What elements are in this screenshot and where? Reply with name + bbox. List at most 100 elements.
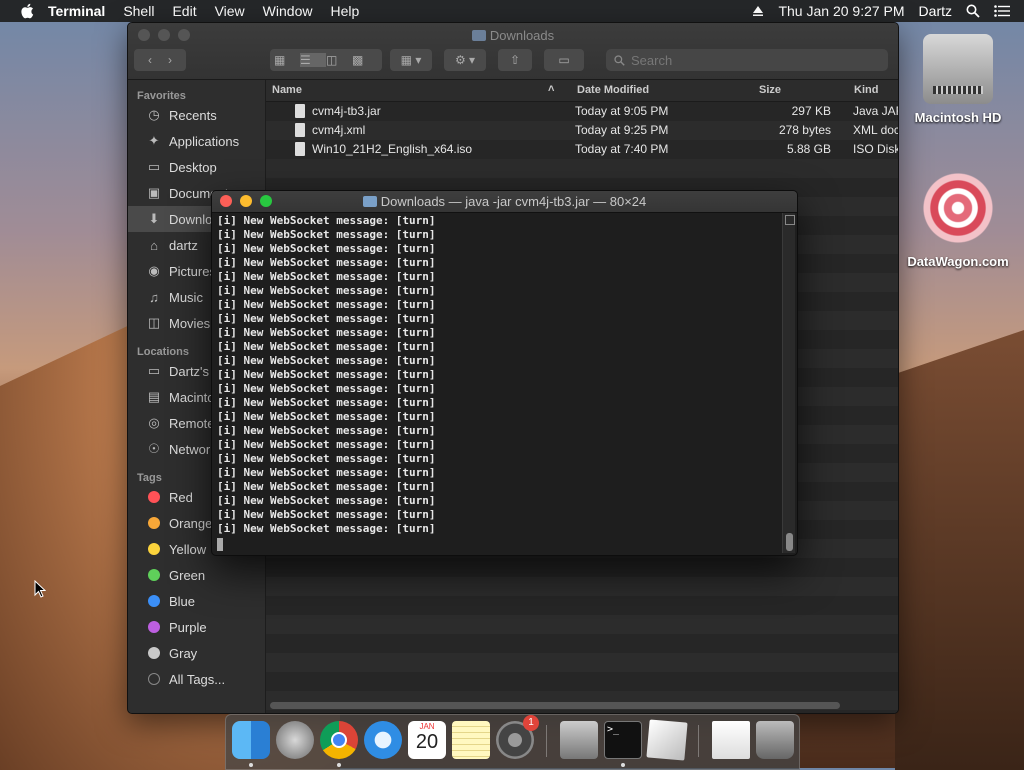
back-arrow-icon[interactable]: ‹ <box>148 53 152 67</box>
sidebar-tag-green[interactable]: Green <box>128 562 265 588</box>
file-kind: XML document <box>853 123 898 137</box>
menu-view[interactable]: View <box>215 3 245 19</box>
desktop-icon: ▭ <box>147 159 161 174</box>
forward-arrow-icon[interactable]: › <box>168 53 172 67</box>
file-row[interactable]: cvm4j.xml Today at 9:25 PM 278 bytes XML do… <box>266 121 898 140</box>
search-placeholder: Search <box>631 52 673 68</box>
file-row[interactable]: cvm4j-tb3.jar Today at 9:05 PM 297 KB Java … <box>266 102 898 121</box>
tag-color-dot <box>148 647 160 659</box>
sidebar-all-tags[interactable]: All Tags... <box>128 666 265 692</box>
split-pane-icon[interactable] <box>785 215 795 225</box>
system-preferences-gear-icon[interactable]: 1 <box>496 715 539 759</box>
calendar-month: JAN <box>419 722 435 731</box>
launchpad-rocket-icon[interactable] <box>276 721 314 759</box>
desktop-icon-macintosh-hd[interactable]: Macintosh HD <box>906 34 1010 125</box>
column-view-icon[interactable]: ◫ <box>326 53 352 67</box>
spotlight-search-icon[interactable] <box>966 4 980 18</box>
file-date: Today at 9:05 PM <box>575 104 669 118</box>
column-header-kind[interactable]: Kind <box>854 84 878 96</box>
terminal-line: [i] New WebSocket message: [turn] <box>217 480 436 493</box>
tag-button[interactable]: ▭ <box>544 49 584 71</box>
tag-color-dot <box>148 543 160 555</box>
column-header-date[interactable]: Date Modified <box>577 84 649 96</box>
desktop-icon-datawagon[interactable]: DataWagon.com <box>900 168 1016 269</box>
empty-row <box>266 672 898 691</box>
textedit-icon[interactable] <box>646 719 688 761</box>
sidebar-item-label: Dartz's <box>169 363 210 379</box>
sidebar-item-label: Yellow <box>169 541 207 557</box>
column-header-name[interactable]: Name <box>272 84 302 96</box>
back-forward-buttons[interactable]: ‹ › <box>134 49 186 71</box>
menu-user[interactable]: Dartz <box>919 3 952 19</box>
clock-icon: ◷ <box>148 107 160 122</box>
terminal-line: [i] New WebSocket message: [turn] <box>217 368 436 381</box>
sidebar-item-label: All Tags... <box>169 671 226 687</box>
file-row[interactable]: Win10_21H2_English_x64.iso Today at 7:40 … <box>266 140 898 159</box>
terminal-scrollbar[interactable] <box>782 213 795 553</box>
empty-row <box>266 596 898 615</box>
film-icon: ◫ <box>147 315 161 330</box>
safari-compass-icon[interactable] <box>364 721 402 759</box>
sort-chevron-icon[interactable]: ˄ <box>548 83 554 95</box>
finder-titlebar[interactable]: Downloads ‹ › ▦ ☰ ◫ ▩ ▦ ▾ ⚙ ▾ ⇧ ▭ Search <box>128 23 898 80</box>
menu-help[interactable]: Help <box>330 3 359 19</box>
group-button[interactable]: ▦ ▾ <box>390 49 432 71</box>
terminal-titlebar[interactable]: Downloads — java -jar cvm4j-tb3.jar — 80… <box>212 191 797 213</box>
sidebar-item-applications[interactable]: ✦ Applications <box>128 128 265 154</box>
notification-center-icon[interactable] <box>994 5 1010 17</box>
column-header-size[interactable]: Size <box>759 84 781 96</box>
menu-clock[interactable]: Thu Jan 20 9:27 PM <box>778 3 904 19</box>
apple-menu-icon[interactable] <box>20 3 34 19</box>
finder-dock-icon[interactable] <box>232 721 270 759</box>
tag-color-dot <box>148 517 160 529</box>
sidebar-tag-purple[interactable]: Purple <box>128 614 265 640</box>
file-date: Today at 7:40 PM <box>575 142 669 156</box>
terminal-line: [i] New WebSocket message: [turn] <box>217 298 436 311</box>
scrollbar-knob[interactable] <box>786 533 793 551</box>
terminal-line: [i] New WebSocket message: [turn] <box>217 326 436 339</box>
share-button[interactable]: ⇧ <box>498 49 532 71</box>
terminal-output[interactable]: [i] New WebSocket message: [turn] [i] New… <box>217 214 777 551</box>
menu-app-terminal[interactable]: Terminal <box>48 3 105 19</box>
action-button[interactable]: ⚙ ▾ <box>444 49 486 71</box>
horizontal-scrollbar[interactable] <box>270 702 840 709</box>
sidebar-tag-gray[interactable]: Gray <box>128 640 265 666</box>
sidebar-item-recents[interactable]: ◷ Recents <box>128 102 265 128</box>
tag-color-dot <box>148 595 160 607</box>
view-mode-buttons[interactable]: ▦ ☰ ◫ ▩ <box>270 49 382 71</box>
disk-utility-icon[interactable] <box>560 721 598 759</box>
sidebar-item-desktop[interactable]: ▭ Desktop <box>128 154 265 180</box>
finder-search-field[interactable]: Search <box>606 49 888 71</box>
list-view-icon[interactable]: ☰ <box>300 53 326 67</box>
eject-icon[interactable] <box>752 5 764 17</box>
terminal-line: [i] New WebSocket message: [turn] <box>217 410 436 423</box>
folder-icon <box>471 30 486 41</box>
trash-icon[interactable] <box>756 721 794 759</box>
globe-icon: ☉ <box>148 441 160 456</box>
menu-window[interactable]: Window <box>263 3 313 19</box>
dock: JAN 20 1 >_ <box>225 714 800 770</box>
menu-shell[interactable]: Shell <box>123 3 154 19</box>
menu-edit[interactable]: Edit <box>172 3 196 19</box>
terminal-line: [i] New WebSocket message: [turn] <box>217 312 436 325</box>
empty-row <box>266 653 898 672</box>
share-icon: ⇧ <box>509 53 521 67</box>
datawagon-logo-icon <box>918 168 998 248</box>
terminal-line: [i] New WebSocket message: [turn] <box>217 214 436 227</box>
terminal-line: [i] New WebSocket message: [turn] <box>217 438 436 451</box>
file-size: 297 KB <box>791 104 831 118</box>
file-icon <box>295 104 305 118</box>
gallery-view-icon[interactable]: ▩ <box>352 53 378 67</box>
terminal-dock-icon[interactable]: >_ <box>604 721 642 759</box>
dock-separator <box>546 725 547 757</box>
computer-icon: ▭ <box>147 363 161 378</box>
notes-icon[interactable] <box>452 721 490 759</box>
folder-icon <box>362 196 377 207</box>
empty-row <box>266 634 898 653</box>
icon-view-icon[interactable]: ▦ <box>274 53 300 67</box>
xml-document-icon[interactable] <box>712 721 750 759</box>
calendar-icon[interactable]: JAN 20 <box>408 721 446 759</box>
mouse-pointer-icon <box>34 580 46 598</box>
sidebar-tag-blue[interactable]: Blue <box>128 588 265 614</box>
chrome-icon[interactable] <box>320 721 358 759</box>
